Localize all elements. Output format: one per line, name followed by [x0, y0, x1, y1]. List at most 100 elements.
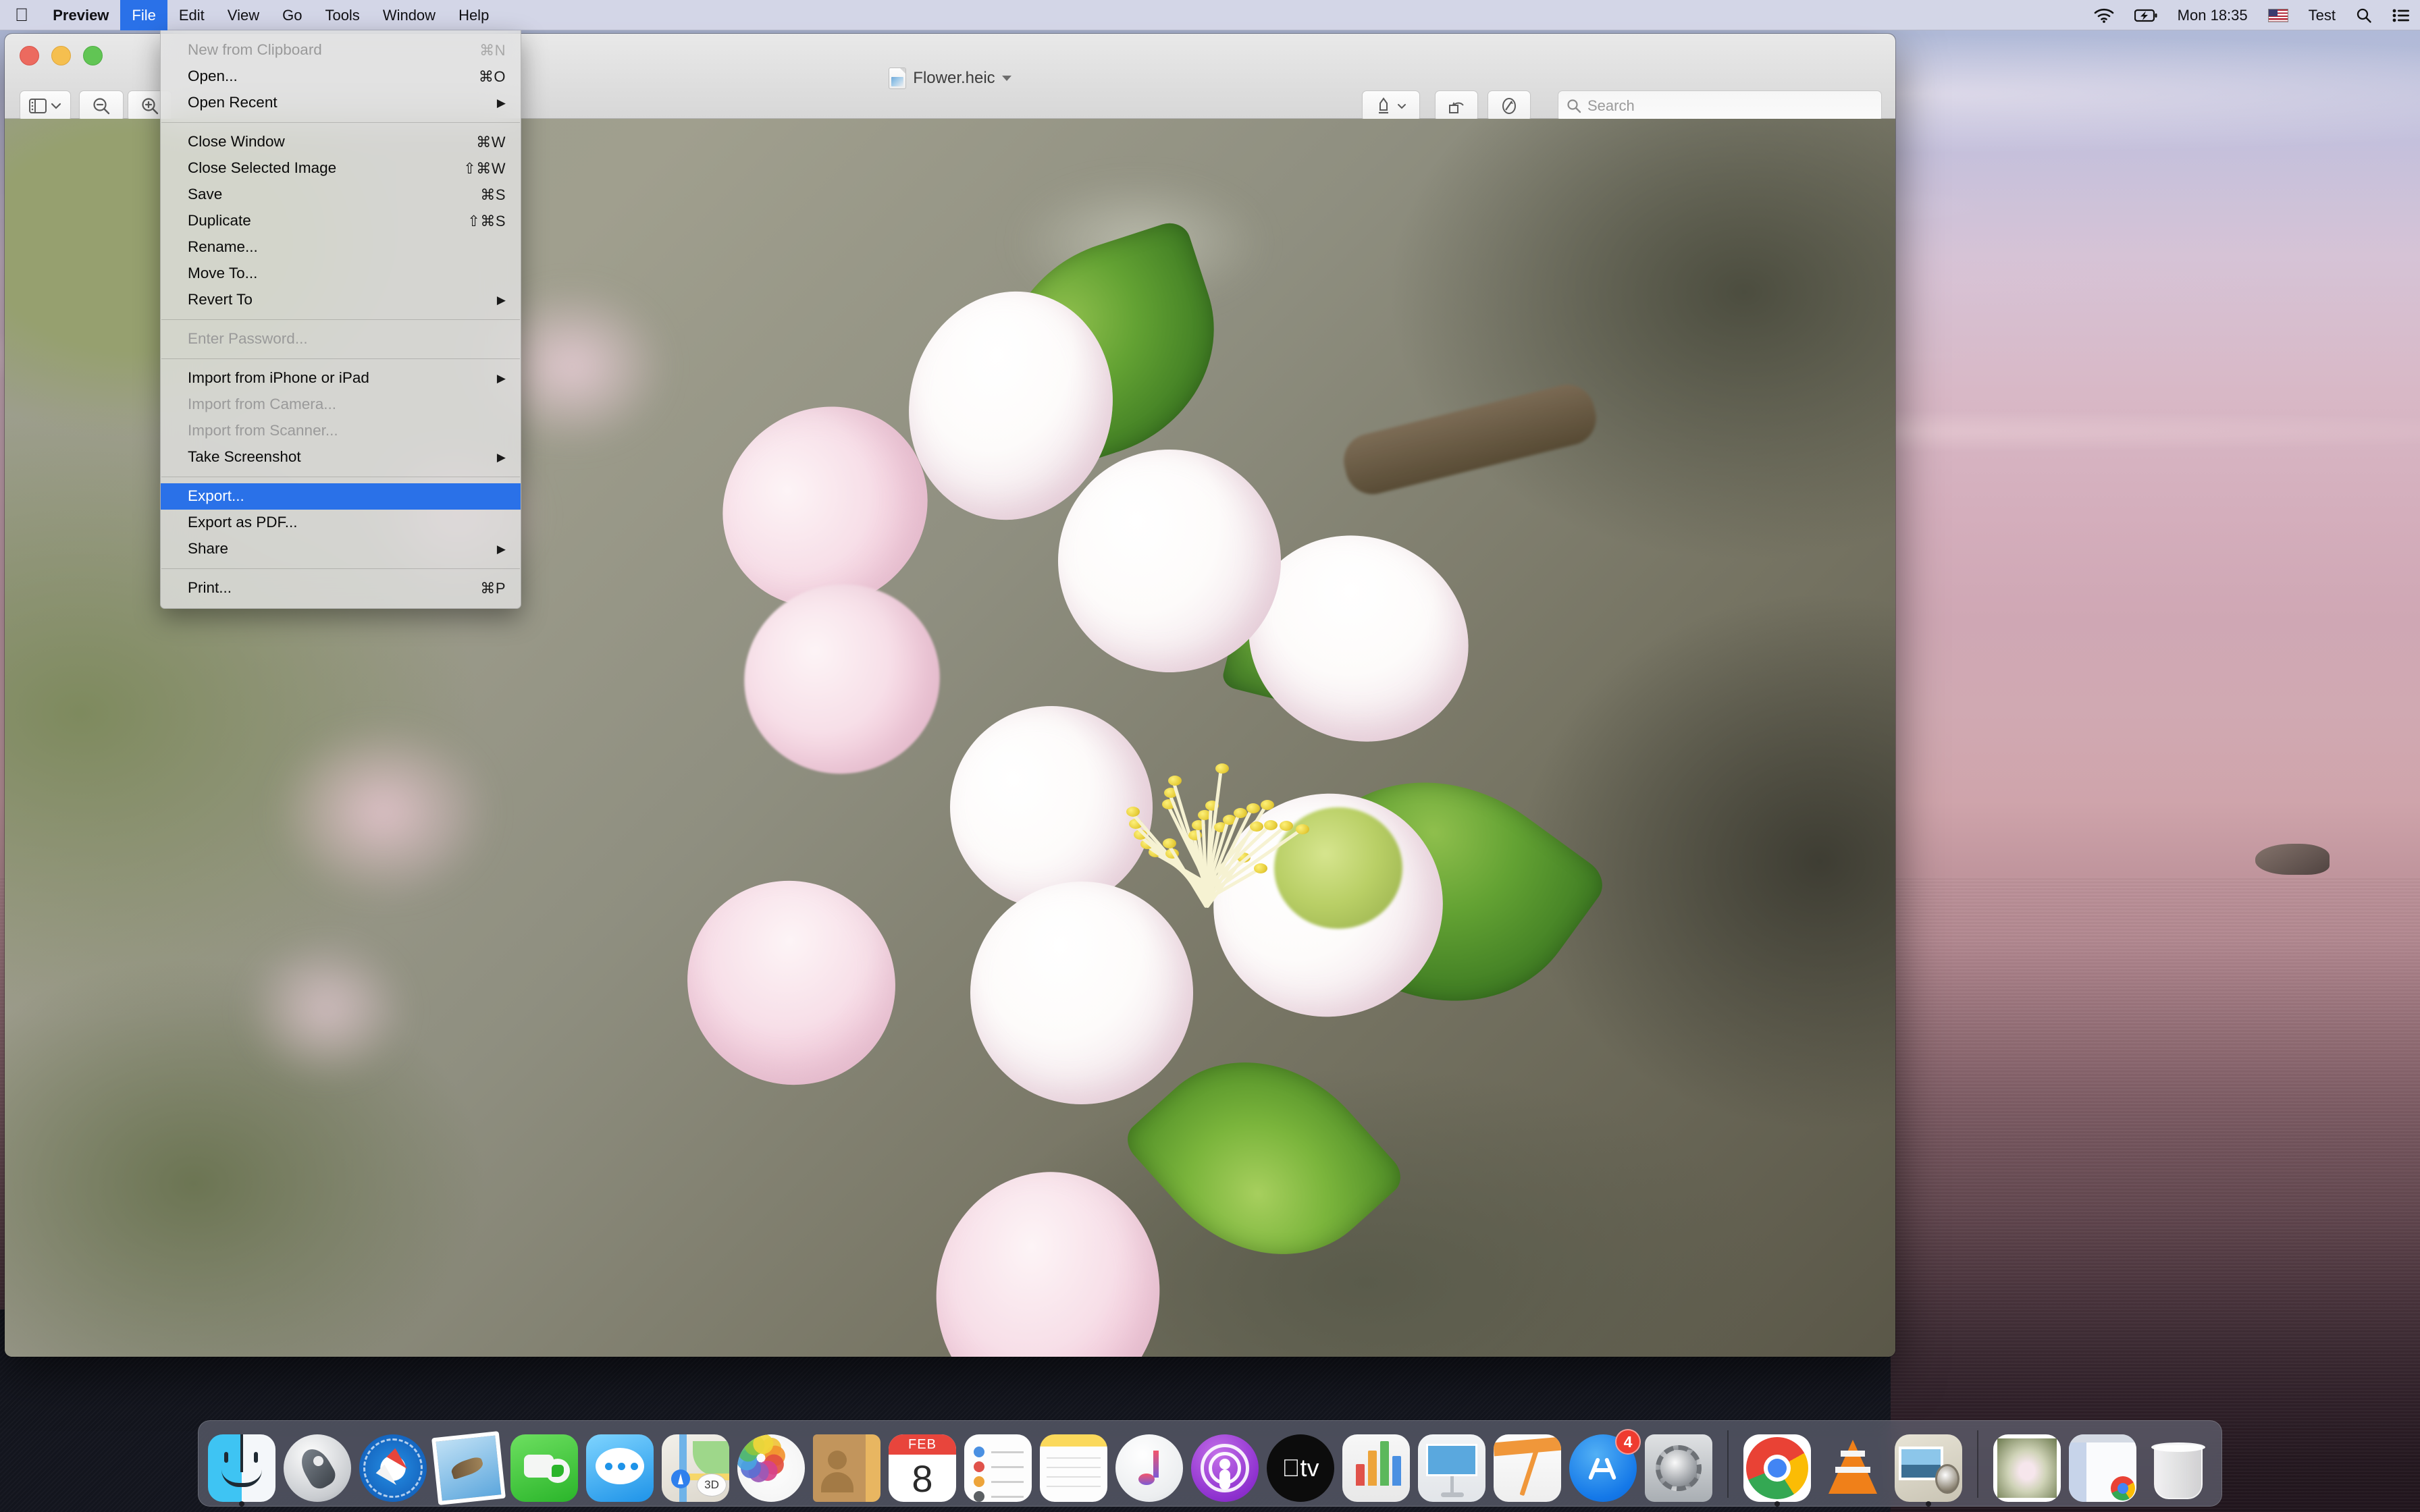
dock-item-finder[interactable] [207, 1432, 277, 1507]
dock-item-calendar[interactable]: FEB 8 [887, 1432, 957, 1502]
menu-item-import-from-iphone-or-ipad[interactable]: Import from iPhone or iPad ▶ [161, 365, 521, 392]
running-indicator [1774, 1501, 1780, 1507]
menu-tools[interactable]: Tools [313, 0, 371, 30]
markup-toolbar-button[interactable] [1362, 90, 1420, 122]
notes-icon [1040, 1434, 1107, 1502]
menu-item-label: Close Window [188, 133, 285, 151]
menu-item-label: Import from Scanner... [188, 422, 338, 439]
dock-item-mail[interactable] [431, 1431, 506, 1505]
close-button[interactable] [20, 46, 39, 65]
zoom-out-button[interactable] [79, 90, 124, 122]
menu-bar-user[interactable]: Test [2298, 0, 2346, 30]
keynote-icon [1418, 1434, 1485, 1502]
dock-item-messages[interactable] [585, 1432, 655, 1502]
menu-item-label: Export as PDF... [188, 514, 298, 531]
dock-item-notes[interactable] [1038, 1432, 1109, 1502]
dock-item-tv[interactable]: tv [1265, 1432, 1336, 1502]
menu-item-print[interactable]: Print... ⌘P [161, 575, 521, 601]
sidebar-view-button[interactable] [20, 90, 71, 122]
markup-pen-icon [1379, 97, 1388, 114]
menu-item-export[interactable]: Export... [161, 483, 521, 510]
menu-go[interactable]: Go [271, 0, 313, 30]
menu-item-share[interactable]: Share ▶ [161, 536, 521, 562]
menu-item-label: Close Selected Image [188, 159, 337, 177]
dock-item-reminders[interactable] [963, 1432, 1033, 1502]
menu-item-label: Print... [188, 579, 232, 597]
chevron-down-icon [51, 103, 61, 109]
pages-icon [1494, 1434, 1561, 1502]
dock-item-chrome[interactable] [1742, 1432, 1812, 1507]
dock-item-system-preferences[interactable] [1643, 1432, 1714, 1502]
dock-item-launchpad[interactable] [282, 1432, 352, 1502]
menu-item-label: Import from iPhone or iPad [188, 369, 369, 387]
dock-item-music[interactable] [1114, 1432, 1184, 1502]
dock[interactable]: 3D FEB 8 tv 4 [198, 1420, 2222, 1507]
menu-item-label: New from Clipboard [188, 41, 322, 59]
minimize-button[interactable] [51, 46, 71, 65]
control-center-icon[interactable] [2382, 0, 2420, 30]
battery-charging-icon[interactable] [2124, 0, 2167, 30]
zoom-button[interactable] [83, 46, 103, 65]
dock-item-pages[interactable] [1492, 1432, 1562, 1502]
dock-item-facetime[interactable] [509, 1432, 579, 1502]
menu-file[interactable]: File [120, 0, 167, 30]
spotlight-search-icon[interactable] [2346, 0, 2382, 30]
submenu-arrow-icon: ▶ [496, 451, 506, 464]
us-flag-icon[interactable] [2258, 0, 2298, 30]
dock-item-photos[interactable] [736, 1432, 806, 1502]
apple-menu-icon[interactable]:  [0, 0, 41, 30]
document-title-text: Flower.heic [913, 69, 995, 87]
menu-item-open[interactable]: Open... ⌘O [161, 63, 521, 90]
menu-item-open-recent[interactable]: Open Recent ▶ [161, 90, 521, 116]
contacts-icon [813, 1434, 880, 1502]
zoom-out-icon [93, 98, 110, 115]
menu-view[interactable]: View [216, 0, 271, 30]
wifi-icon[interactable] [2084, 0, 2124, 30]
menu-item-label: Move To... [188, 265, 258, 282]
menu-item-rename[interactable]: Rename... [161, 234, 521, 261]
rotate-left-icon [1449, 102, 1464, 113]
menu-item-take-screenshot[interactable]: Take Screenshot ▶ [161, 444, 521, 470]
menu-item-close-window[interactable]: Close Window ⌘W [161, 129, 521, 155]
photo-anther [1249, 821, 1263, 832]
menu-window[interactable]: Window [371, 0, 447, 30]
dock-item-maps[interactable]: 3D [660, 1432, 731, 1502]
share-button[interactable] [1488, 90, 1531, 122]
dock-item-podcasts[interactable] [1190, 1432, 1260, 1502]
dock-minimized-chrome-window[interactable] [2068, 1432, 2138, 1502]
rotate-left-button[interactable] [1435, 90, 1478, 122]
search-input[interactable]: Search [1558, 90, 1882, 122]
dock-minimized-flower-window[interactable] [1992, 1432, 2062, 1502]
search-icon [1567, 99, 1581, 113]
menu-item-duplicate[interactable]: Duplicate ⇧⌘S [161, 208, 521, 234]
dock-item-vlc[interactable] [1818, 1432, 1888, 1502]
calendar-month: FEB [889, 1434, 956, 1455]
menu-bar[interactable]:  Preview File Edit View Go Tools Window… [0, 0, 2420, 30]
menu-item-move-to[interactable]: Move To... [161, 261, 521, 287]
menu-item-revert-to[interactable]: Revert To ▶ [161, 287, 521, 313]
chevron-down-icon[interactable] [1001, 76, 1011, 81]
dock-item-keynote[interactable] [1417, 1432, 1487, 1502]
menu-help[interactable]: Help [447, 0, 500, 30]
dock-item-numbers[interactable] [1341, 1432, 1411, 1502]
file-menu-dropdown[interactable]: New from Clipboard ⌘N Open... ⌘O Open Recent… [160, 30, 521, 609]
menu-item-close-selected-image[interactable]: Close Selected Image ⇧⌘W [161, 155, 521, 182]
menu-item-save[interactable]: Save ⌘S [161, 182, 521, 208]
dock-item-trash[interactable] [2143, 1432, 2213, 1502]
photo-anther [1261, 799, 1275, 810]
menu-item-export-as-pdf[interactable]: Export as PDF... [161, 510, 521, 536]
facetime-icon [510, 1434, 578, 1502]
dock-item-app-store[interactable]: 4 [1568, 1429, 1641, 1502]
mail-icon [431, 1431, 506, 1505]
menu-bar-clock[interactable]: Mon 18:35 [2167, 0, 2258, 30]
dock-item-contacts[interactable] [812, 1432, 882, 1502]
dock-item-preview[interactable] [1893, 1432, 1964, 1507]
menu-app-name[interactable]: Preview [41, 0, 120, 30]
menu-separator [161, 122, 520, 123]
calendar-icon: FEB 8 [889, 1434, 956, 1502]
menu-edit[interactable]: Edit [167, 0, 216, 30]
safari-icon [359, 1434, 427, 1502]
menu-item-shortcut: ⌘S [480, 186, 506, 203]
menu-item-label: Open... [188, 68, 238, 85]
dock-item-safari[interactable] [358, 1432, 428, 1502]
